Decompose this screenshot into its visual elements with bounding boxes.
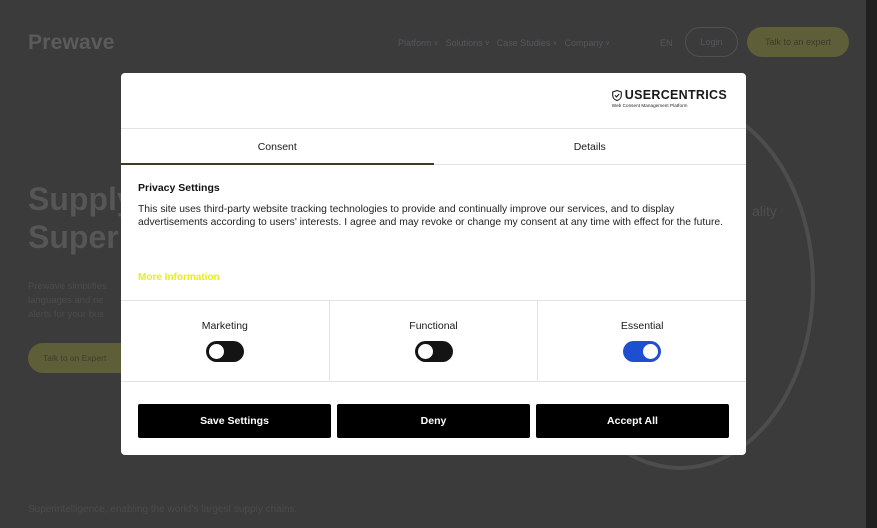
nav-company-label: Company [564, 38, 603, 48]
functional-label: Functional [409, 320, 458, 332]
essential-label: Essential [620, 320, 664, 332]
nav-case-studies-label: Case Studies [496, 38, 551, 48]
toggle-cell-essential: Essential [538, 301, 746, 381]
privacy-settings-heading: Privacy Settings [138, 182, 220, 194]
category-toggles: Marketing Functional Essential [121, 300, 746, 382]
accept-all-button[interactable]: Accept All [536, 404, 729, 438]
consent-content: Privacy Settings This site uses third-pa… [121, 165, 746, 300]
chevron-down-icon: ∨ [433, 40, 439, 47]
hero-body: Prewave simplifies languages and ne aler… [28, 281, 107, 320]
nav-company[interactable]: Company ∨ [564, 38, 610, 48]
chevron-down-icon: ∨ [604, 40, 611, 47]
language-switch[interactable]: EN [660, 38, 673, 48]
nav-solutions-label: Solutions [445, 38, 483, 48]
toggle-knob [208, 344, 224, 359]
tab-details[interactable]: Details [434, 129, 747, 164]
deny-button[interactable]: Deny [337, 404, 530, 438]
toggle-knob [417, 344, 433, 359]
prewave-logo: Prewave [28, 31, 115, 54]
tagline: Superintelligence, enabling the world's … [28, 504, 298, 515]
marketing-label: Marketing [201, 320, 248, 332]
hero-title-line2: Super [28, 219, 119, 255]
usercentrics-name: USERCENTRICS [624, 88, 727, 102]
more-information-link[interactable]: More Information [138, 272, 220, 283]
modal-header: USERCENTRICS Web Consent Management Plat… [121, 73, 746, 129]
toggle-knob [643, 344, 659, 359]
save-settings-button[interactable]: Save Settings [138, 404, 331, 438]
essential-toggle[interactable] [623, 341, 662, 362]
login-button[interactable]: Login [685, 27, 738, 57]
nav-case-studies[interactable]: Case Studies ∨ [497, 38, 558, 48]
consent-buttons: Save Settings Deny Accept All [121, 382, 746, 438]
toggle-cell-marketing: Marketing [121, 301, 330, 381]
talk-to-expert-button[interactable]: Talk to an expert [747, 27, 849, 57]
consent-tabs: Consent Details [121, 129, 746, 165]
hero-title: Supply Super [28, 180, 135, 256]
privacy-description: This site uses third-party website track… [138, 204, 723, 228]
usercentrics-brand: USERCENTRICS Web Consent Management Plat… [612, 88, 727, 108]
main-nav: Platform ∨ Solutions ∨ Case Studies ∨ Compa… [398, 38, 610, 48]
usercentrics-logo: USERCENTRICS [611, 88, 727, 102]
hero-side-text: ality [752, 203, 777, 219]
nav-platform-label: Platform [398, 38, 432, 48]
functional-toggle[interactable] [414, 341, 453, 362]
marketing-toggle[interactable] [205, 341, 244, 362]
hero-title-line1: Supply [28, 181, 135, 217]
tab-consent[interactable]: Consent [121, 129, 434, 165]
page-scrollbar[interactable] [866, 0, 877, 528]
nav-solutions[interactable]: Solutions ∨ [446, 38, 490, 48]
toggle-cell-functional: Functional [330, 301, 539, 381]
chevron-down-icon: ∨ [484, 40, 490, 47]
consent-modal: USERCENTRICS Web Consent Management Plat… [121, 73, 746, 455]
shield-icon [611, 89, 622, 101]
chevron-down-icon: ∨ [552, 40, 558, 47]
usercentrics-subtitle: Web Consent Management Platform [611, 103, 688, 108]
nav-platform[interactable]: Platform ∨ [398, 38, 439, 48]
